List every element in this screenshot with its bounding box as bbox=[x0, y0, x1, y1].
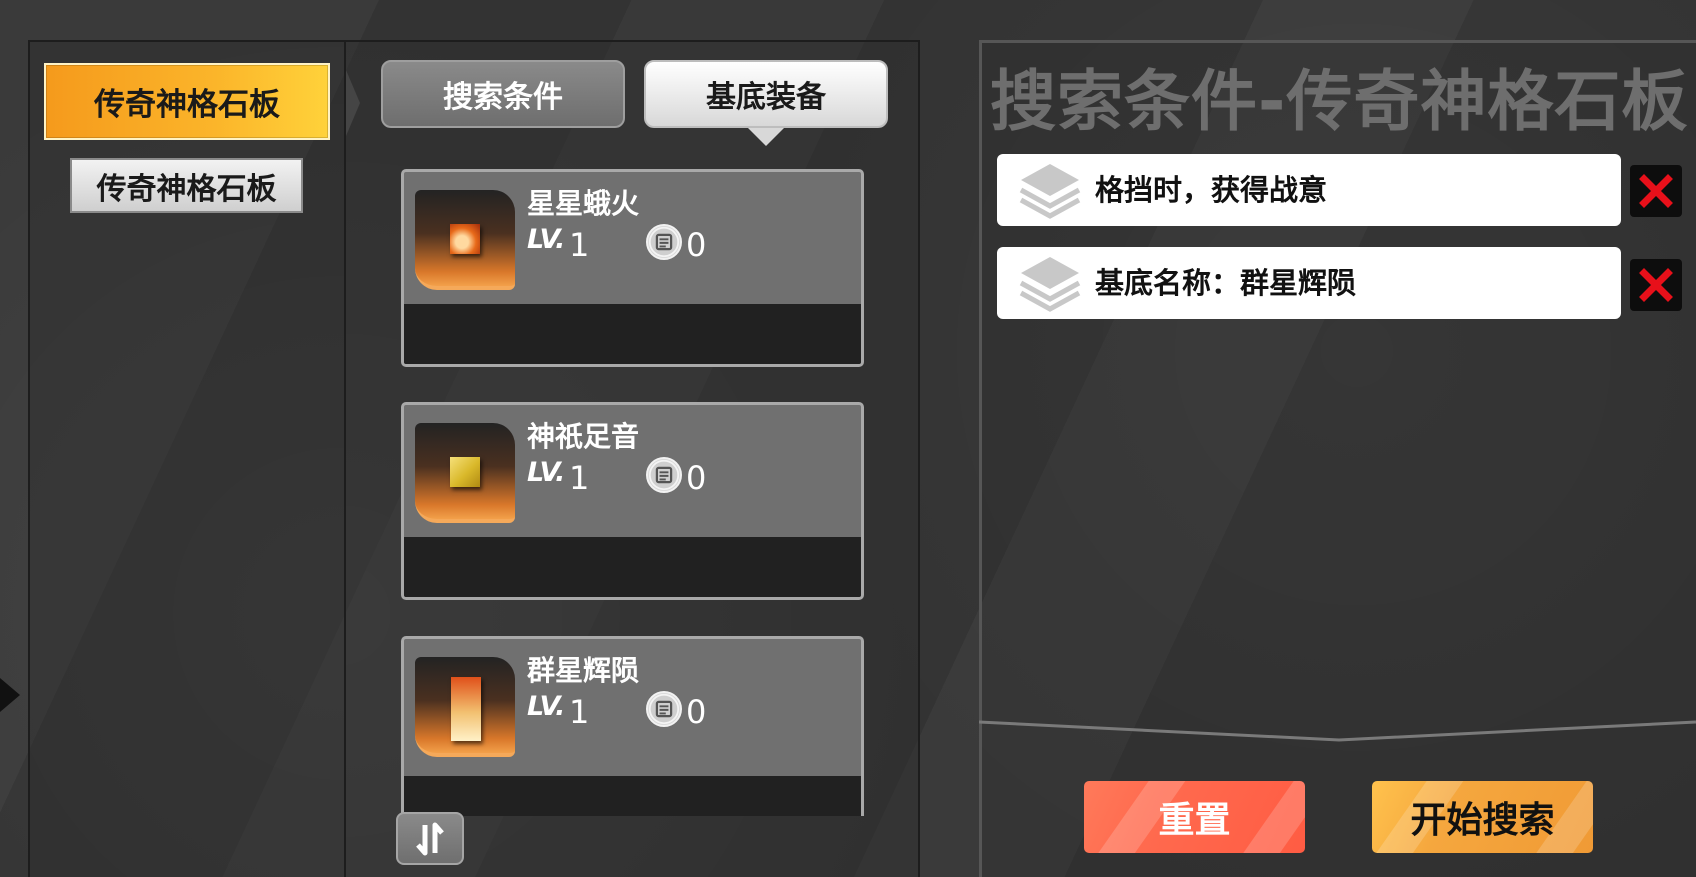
stack-count-icon bbox=[646, 224, 682, 260]
reset-button[interactable]: 重置 bbox=[1084, 781, 1305, 853]
layers-icon bbox=[1019, 164, 1081, 219]
start-search-label: 开始搜索 bbox=[1410, 800, 1555, 841]
sort-button[interactable] bbox=[396, 812, 464, 865]
delete-condition-button[interactable] bbox=[1630, 259, 1682, 311]
delete-condition-button[interactable] bbox=[1630, 165, 1682, 217]
slate-gem-icon bbox=[450, 224, 480, 254]
close-icon bbox=[1639, 268, 1673, 302]
count-value: 0 bbox=[686, 226, 707, 264]
card-footer bbox=[404, 304, 861, 364]
expand-arrow-icon[interactable] bbox=[0, 678, 20, 712]
equipment-card[interactable]: 星星蛾火 LV. 1 0 bbox=[401, 169, 864, 367]
count-value: 0 bbox=[686, 693, 707, 731]
card-footer bbox=[404, 776, 861, 816]
condition-label: 格挡时，获得战意 bbox=[1095, 173, 1328, 207]
tab-pointer-icon bbox=[748, 128, 784, 146]
sort-icon bbox=[416, 822, 444, 855]
stack-count-icon bbox=[646, 691, 682, 727]
level-label: LV. bbox=[527, 224, 565, 255]
count-value: 0 bbox=[686, 459, 707, 497]
close-icon bbox=[1639, 174, 1673, 208]
card-footer bbox=[404, 537, 861, 597]
item-name: 神祇足音 bbox=[527, 420, 640, 453]
layers-icon bbox=[1019, 257, 1081, 312]
item-name: 星星蛾火 bbox=[527, 187, 640, 220]
slate-gem-icon bbox=[450, 457, 480, 487]
level-value: 1 bbox=[569, 459, 590, 497]
condition-label: 基底名称：群星辉陨 bbox=[1095, 266, 1357, 300]
level-value: 1 bbox=[569, 226, 590, 264]
start-search-button[interactable]: 开始搜索 bbox=[1372, 781, 1593, 853]
category-label: 传奇神格石板 bbox=[96, 171, 277, 207]
category-item-active[interactable]: 传奇神格石板 bbox=[44, 63, 330, 140]
tab-label: 搜索条件 bbox=[443, 80, 563, 115]
item-name: 群星辉陨 bbox=[527, 654, 640, 687]
level-label: LV. bbox=[527, 691, 565, 722]
item-thumbnail bbox=[415, 657, 515, 757]
stack-count-icon bbox=[646, 457, 682, 493]
category-item[interactable]: 传奇神格石板 bbox=[70, 158, 303, 213]
panel-title: 搜索条件-传奇神格石板 bbox=[990, 63, 1689, 140]
condition-row: 基底名称：群星辉陨 bbox=[997, 247, 1621, 319]
button-stripe bbox=[1237, 781, 1305, 853]
category-label: 传奇神格石板 bbox=[94, 87, 280, 123]
level-label: LV. bbox=[527, 457, 565, 488]
slate-gem-icon bbox=[451, 677, 481, 741]
tab-base-equipment[interactable]: 基底装备 bbox=[644, 60, 888, 128]
reset-label: 重置 bbox=[1158, 800, 1231, 841]
item-thumbnail bbox=[415, 190, 515, 290]
tab-search-conditions[interactable]: 搜索条件 bbox=[381, 60, 625, 128]
equipment-card[interactable]: 神祇足音 LV. 1 0 bbox=[401, 402, 864, 600]
level-value: 1 bbox=[569, 693, 590, 731]
item-thumbnail bbox=[415, 423, 515, 523]
tab-label: 基底装备 bbox=[706, 80, 826, 115]
divider bbox=[979, 720, 1696, 742]
equipment-card[interactable]: 群星辉陨 LV. 1 0 bbox=[401, 636, 864, 816]
condition-row: 格挡时，获得战意 bbox=[997, 154, 1621, 226]
